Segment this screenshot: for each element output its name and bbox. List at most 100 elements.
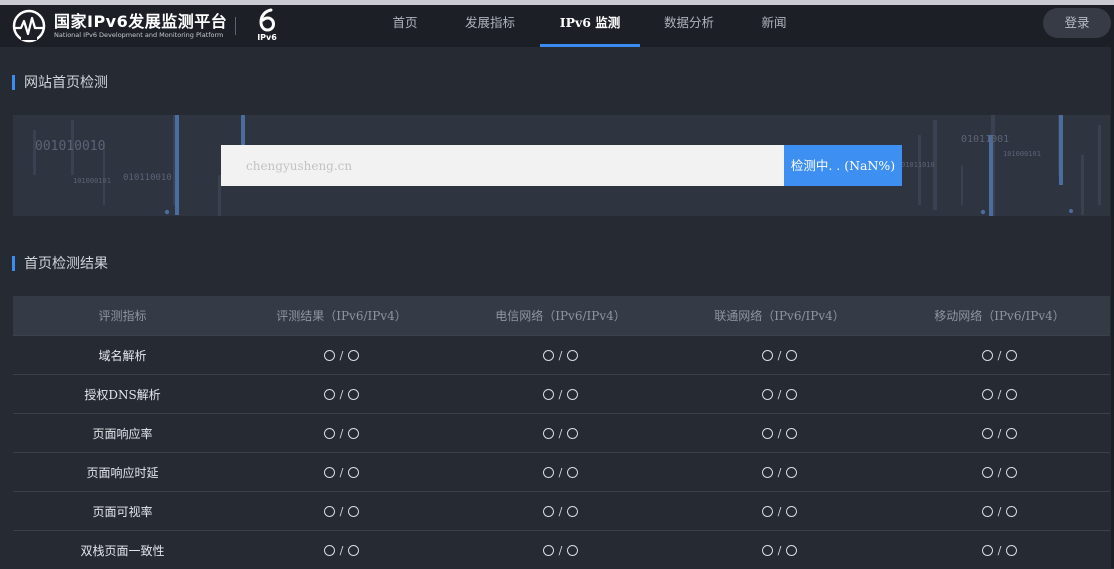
ipv4-pending-ring-icon: [567, 544, 579, 556]
result-cell-overall: /: [232, 531, 451, 569]
ipv4-pending-ring-icon: [348, 544, 360, 556]
result-cell-unicom: /: [670, 531, 889, 569]
ipv4-pending-ring-icon: [567, 388, 579, 400]
brand-logo[interactable]: 国家IPv6发展监测平台 National IPv6 Development a…: [12, 7, 227, 45]
separator-slash: /: [997, 543, 1002, 557]
nav-item-indicators[interactable]: 发展指标: [440, 5, 540, 47]
column-header-unicom: 联通网络（IPv6/IPv4）: [714, 309, 845, 323]
result-cell-mobile: /: [889, 492, 1110, 530]
ipv6-pending-ring-icon: [761, 505, 773, 517]
pending-status: /: [542, 427, 579, 440]
domain-input[interactable]: [221, 145, 784, 186]
top-navigation-bar: 国家IPv6发展监测平台 National IPv6 Development a…: [0, 5, 1114, 47]
section-title-text: 网站首页检测: [24, 75, 108, 91]
separator-slash: /: [777, 387, 782, 401]
ipv6-pending-ring-icon: [542, 427, 554, 439]
separator-slash: /: [558, 504, 563, 518]
ipv4-pending-ring-icon: [567, 466, 579, 478]
separator-slash: /: [997, 426, 1002, 440]
column-header-overall: 评测结果（IPv6/IPv4）: [276, 309, 407, 323]
result-cell-telecom: /: [451, 453, 670, 491]
separator-slash: /: [558, 543, 563, 557]
nav-item-data-analysis[interactable]: 数据分析: [640, 5, 738, 47]
separator-slash: /: [777, 426, 782, 440]
pending-status: /: [981, 504, 1018, 518]
table-row: 域名解析 / / / /: [13, 335, 1110, 374]
ipv6-pending-ring-icon: [981, 388, 993, 400]
table-row: 页面可视率 / / / /: [13, 491, 1110, 530]
ipv6-pending-ring-icon: [542, 349, 554, 361]
separator-slash: /: [777, 504, 782, 518]
banner-binary-text-4: 01011001: [961, 134, 1009, 145]
ipv4-pending-ring-icon: [786, 466, 798, 478]
pending-status: /: [761, 348, 798, 362]
ipv6-pending-ring-icon: [981, 427, 993, 439]
separator-slash: /: [339, 465, 344, 479]
separator-slash: /: [997, 348, 1002, 362]
brand-subtitle: National IPv6 Development and Monitoring…: [54, 30, 224, 39]
separator-slash: /: [997, 387, 1002, 401]
pending-status: /: [761, 426, 798, 440]
result-cell-overall: /: [232, 453, 451, 491]
nav-item-news[interactable]: 新闻: [738, 5, 810, 47]
separator-slash: /: [339, 348, 344, 362]
row-label: 页面响应时延: [86, 465, 159, 480]
ipv6-pending-ring-icon: [323, 427, 335, 439]
ipv4-pending-ring-icon: [1006, 349, 1018, 361]
pending-status: /: [761, 544, 798, 557]
ipv4-pending-ring-icon: [786, 349, 798, 361]
globe-logo-icon: [12, 9, 46, 43]
separator-slash: /: [997, 504, 1002, 518]
ipv4-pending-ring-icon: [348, 505, 360, 517]
pending-status: /: [981, 426, 1018, 440]
ipv6-pending-ring-icon: [761, 427, 773, 439]
nav-item-ipv6-monitor[interactable]: IPv6 监测: [540, 5, 640, 47]
logo-divider: [235, 17, 236, 35]
result-cell-unicom: /: [670, 492, 889, 530]
separator-slash: /: [339, 543, 344, 557]
ipv4-pending-ring-icon: [1006, 544, 1018, 556]
pending-status: /: [542, 504, 579, 518]
separator-slash: /: [558, 348, 563, 362]
nav-item-home[interactable]: 首页: [370, 5, 440, 47]
separator-slash: /: [339, 387, 344, 401]
check-button[interactable]: 检测中. . (NaN%): [784, 145, 902, 186]
ipv6-pending-ring-icon: [761, 466, 773, 478]
ipv6-pending-ring-icon: [542, 505, 554, 517]
separator-slash: /: [558, 465, 563, 479]
pending-status: /: [761, 466, 798, 479]
pending-status: /: [323, 543, 360, 557]
row-label: 域名解析: [98, 348, 147, 363]
main-nav: 首页 发展指标 IPv6 监测 数据分析 新闻: [370, 5, 810, 47]
pending-status: /: [761, 387, 798, 401]
banner-binary-text-5: 101000101: [1003, 150, 1041, 158]
result-cell-overall: /: [232, 414, 451, 452]
login-button[interactable]: 登录: [1043, 8, 1111, 38]
result-cell-telecom: /: [451, 531, 670, 569]
table-header-row: 评测指标 评测结果（IPv6/IPv4） 电信网络（IPv6/IPv4） 联通网…: [13, 296, 1110, 335]
separator-slash: /: [339, 426, 344, 440]
ipv6-pending-ring-icon: [323, 466, 335, 478]
ipv4-pending-ring-icon: [786, 388, 798, 400]
result-cell-overall: /: [232, 336, 451, 374]
ipv6-pending-ring-icon: [542, 388, 554, 400]
result-cell-telecom: /: [451, 492, 670, 530]
column-header-telecom: 电信网络（IPv6/IPv4）: [495, 309, 626, 323]
ipv6-pending-ring-icon: [323, 544, 335, 556]
pending-status: /: [981, 466, 1018, 479]
table-row: 授权DNS解析 / / / /: [13, 374, 1110, 413]
ipv6-pending-ring-icon: [761, 349, 773, 361]
column-header-mobile: 移动网络（IPv6/IPv4）: [934, 309, 1065, 323]
separator-slash: /: [777, 348, 782, 362]
ipv4-pending-ring-icon: [786, 427, 798, 439]
ipv6-pending-ring-icon: [981, 349, 993, 361]
ipv4-pending-ring-icon: [786, 544, 798, 556]
row-label: 双栈页面一致性: [80, 543, 165, 558]
results-table: 评测指标 评测结果（IPv6/IPv4） 电信网络（IPv6/IPv4） 联通网…: [13, 296, 1110, 569]
pending-status: /: [542, 388, 579, 401]
result-cell-overall: /: [232, 375, 451, 413]
ipv6-six-icon: [259, 8, 276, 32]
ipv4-pending-ring-icon: [567, 349, 579, 361]
result-cell-unicom: /: [670, 414, 889, 452]
pending-status: /: [323, 387, 360, 401]
